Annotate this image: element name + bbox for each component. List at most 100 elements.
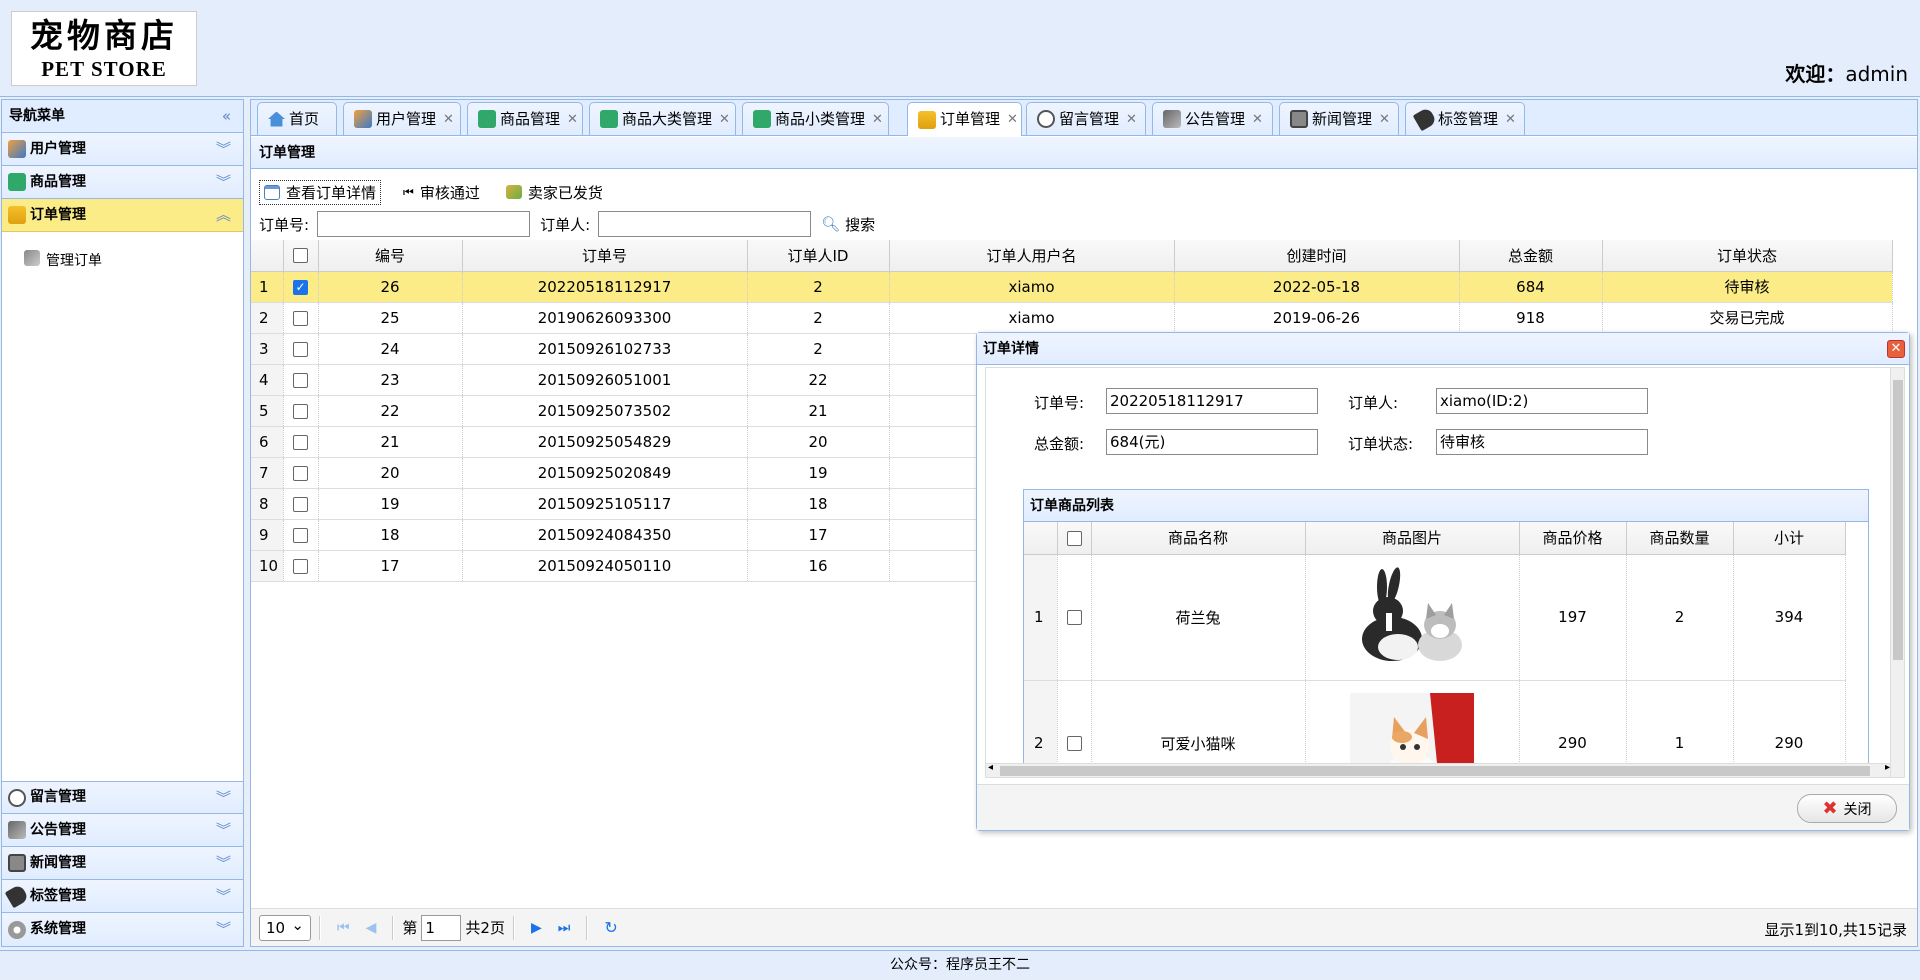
orderer-input[interactable] [598,211,812,237]
row-number: 3 [251,333,284,365]
vertical-scroll-thumb[interactable] [1893,380,1903,660]
col-subtotal[interactable]: 小计 [1733,522,1846,555]
expand-icon[interactable]: ︾ [216,133,231,166]
search-button[interactable]: 🔍︎ 搜索 [821,214,875,235]
collapse-sidebar-icon[interactable]: « [222,100,231,133]
col-created[interactable]: 创建时间 [1174,240,1460,272]
tab-goods-big-category[interactable]: 商品大类管理 ✕ [589,102,736,135]
sidebar-item-orders[interactable]: 订单管理 ︽ [2,199,243,232]
expand-icon[interactable]: ︾ [216,847,231,880]
order-no: 20150926051001 [462,364,748,396]
tab-news[interactable]: 新闻管理 ✕ [1279,102,1399,135]
table-row[interactable]: 1 荷兰兔 197 2 394 [1024,554,1846,681]
col-orderer-name[interactable]: 订单人用户名 [889,240,1175,272]
sidebar-item-news[interactable]: 新闻管理 ︾ [2,847,243,880]
row-checkbox[interactable] [293,310,308,326]
prev-page-icon[interactable]: ◀ [366,920,377,936]
last-page-icon[interactable]: ⏭ [558,920,571,936]
order-items-panel: 订单商品列表 商品名称 商品图片 商品价格 商品数量 小计 1 荷兰兔 197 … [1023,489,1869,777]
close-button[interactable]: ✖ 关闭 [1797,794,1897,823]
close-tab-icon[interactable]: ✕ [1126,104,1137,135]
close-tab-icon[interactable]: ✕ [1007,104,1018,135]
next-page-icon[interactable]: ▶ [531,920,542,936]
select-all-checkbox[interactable] [1066,530,1082,546]
welcome-user: admin [1845,62,1908,86]
sidebar-item-notices[interactable]: 公告管理 ︾ [2,814,243,847]
col-goods-image[interactable]: 商品图片 [1305,522,1520,555]
close-icon[interactable]: ✕ [1887,340,1905,358]
close-tab-icon[interactable]: ✕ [567,104,578,135]
row-checkbox[interactable] [1066,610,1082,625]
col-total[interactable]: 总金额 [1459,240,1603,272]
close-tab-icon[interactable]: ✕ [719,104,730,135]
expand-icon[interactable]: ︾ [216,166,231,199]
row-checkbox[interactable] [293,527,308,543]
col-goods-price[interactable]: 商品价格 [1519,522,1627,555]
tab-users[interactable]: 用户管理 ✕ [343,102,461,135]
close-tab-icon[interactable]: ✕ [1505,104,1516,135]
approve-button[interactable]: ⏮ 审核通过 [399,181,484,204]
expand-icon[interactable]: ︾ [216,880,231,913]
package-icon [505,185,522,199]
row-checkbox[interactable] [293,496,308,512]
tab-messages[interactable]: 留言管理 ✕ [1026,102,1146,135]
tab-label: 新闻管理 [1312,109,1373,128]
col-order-no[interactable]: 订单号 [462,240,748,272]
expand-icon[interactable]: ︾ [216,913,231,946]
row-checkbox[interactable] [293,403,308,419]
header: 宠物商店 PET STORE 欢迎：admin [0,0,1920,97]
row-checkbox[interactable]: ✓ [293,279,308,295]
first-page-icon[interactable]: ⏮ [337,920,350,936]
close-tab-icon[interactable]: ✕ [1379,104,1390,135]
col-orderer-id[interactable]: 订单人ID [747,240,890,272]
status-field[interactable]: 待审核 [1436,429,1648,455]
table-row[interactable]: 1 ✓ 26 20220518112917 2 xiamo 2022-05-18 684 待审核 [251,271,1893,303]
col-goods-qty[interactable]: 商品数量 [1626,522,1734,555]
grid-icon [478,110,496,128]
col-goods-name[interactable]: 商品名称 [1091,522,1306,555]
sidebar-item-system[interactable]: 系统管理 ︾ [2,913,243,946]
tab-goods-small-category[interactable]: 商品小类管理 ✕ [742,102,889,135]
orderer-field[interactable]: xiamo(ID:2) [1436,388,1648,414]
scroll-left-icon[interactable]: ◂ [988,762,993,773]
sidebar-item-tags[interactable]: 标签管理 ︾ [2,880,243,913]
shipped-button[interactable]: 卖家已发货 [502,181,607,204]
tab-orders[interactable]: 订单管理 ✕ [907,102,1022,136]
sidebar-item-goods[interactable]: 商品管理 ︾ [2,166,243,199]
sidebar-sub-manage-orders[interactable]: 管理订单 [46,250,102,270]
order-no-input[interactable] [317,211,531,237]
sidebar-item-messages[interactable]: 留言管理 ︾ [2,781,243,814]
row-checkbox[interactable] [1066,736,1082,751]
total-field[interactable]: 684(元) [1106,429,1318,455]
row-checkbox[interactable] [293,341,308,357]
table-row[interactable]: 2 25 20190626093300 2 xiamo 2019-06-26 918 交易已完… [251,302,1893,334]
expand-icon[interactable]: ︾ [216,782,231,815]
sidebar-item-users[interactable]: 用户管理 ︾ [2,133,243,166]
tab-goods[interactable]: 商品管理 ✕ [467,102,583,135]
order-no-field[interactable]: 20220518112917 [1106,388,1318,414]
total-label: 总金额: [1034,435,1085,453]
row-checkbox[interactable] [293,372,308,388]
expand-icon[interactable]: ︾ [216,814,231,847]
collapse-icon[interactable]: ︽ [216,199,231,232]
logo-chinese: 宠物商店 [30,16,178,55]
horizontal-scroll-thumb[interactable] [1000,766,1870,776]
col-status[interactable]: 订单状态 [1602,240,1893,272]
horizontal-scrollbar[interactable]: ◂ ▸ [986,762,1892,777]
close-tab-icon[interactable]: ✕ [872,104,883,135]
refresh-icon[interactable]: ↻ [604,918,617,937]
page-size-select[interactable]: 10 [259,913,311,941]
tab-notices[interactable]: 公告管理 ✕ [1152,102,1273,135]
col-id[interactable]: 编号 [318,240,463,272]
tab-tags[interactable]: 标签管理 ✕ [1405,102,1525,135]
row-checkbox[interactable] [293,465,308,481]
row-checkbox[interactable] [293,558,308,574]
page-number-input[interactable]: 1 [421,914,462,941]
view-order-detail-button[interactable]: 查看订单详情 [259,179,382,205]
close-tab-icon[interactable]: ✕ [443,104,454,135]
close-tab-icon[interactable]: ✕ [1252,104,1263,135]
row-checkbox[interactable] [293,434,308,450]
vertical-scrollbar[interactable] [1890,368,1904,777]
select-all-checkbox[interactable] [293,248,308,264]
tab-home[interactable]: 首页 [257,102,337,135]
